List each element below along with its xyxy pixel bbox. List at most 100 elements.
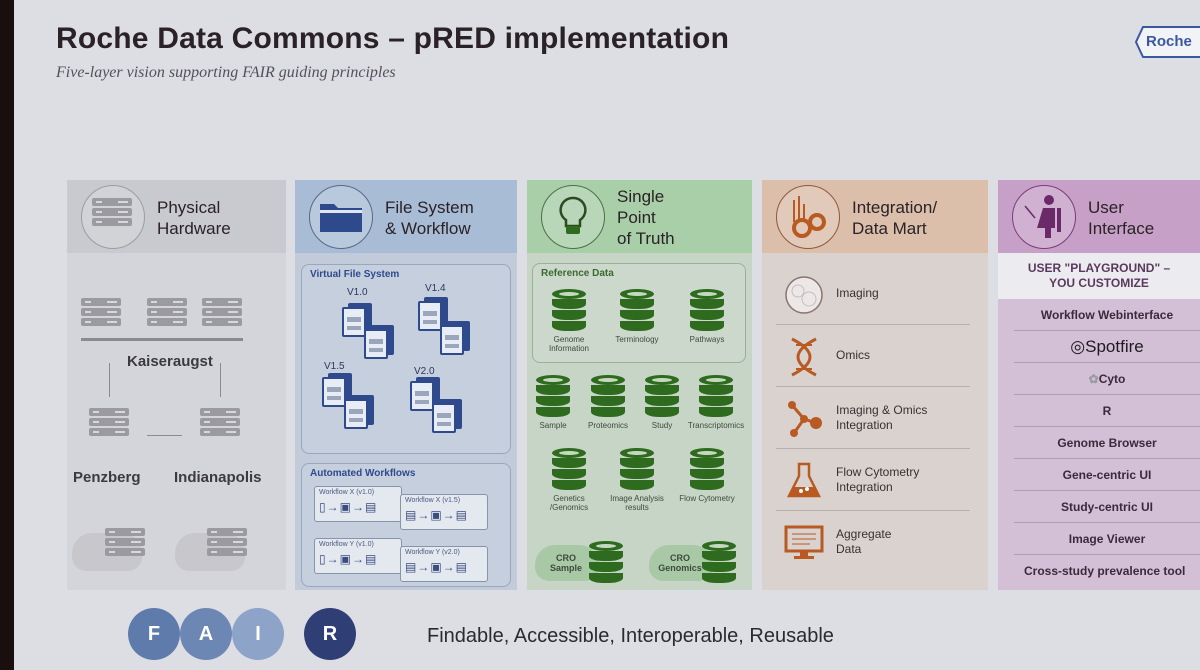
column-body: Virtual File System V1.0 V1.4 V1.5 V2.0 … [295,253,517,590]
database-label: Terminology [615,335,659,344]
database-label: Transcriptomics [687,421,745,430]
document-icon [410,381,434,411]
roche-logo-text: Roche [1146,33,1192,50]
database-icon [690,289,724,331]
monitor-icon [784,525,824,559]
ui-tool-workflow-webinterface: Workflow Webinterface [1014,299,1200,331]
column-header: Physical Hardware [67,180,286,253]
database-label: Image Analysis results [610,494,664,512]
server-icon [89,408,129,438]
database-icon [552,289,586,331]
column-title: of Truth [617,229,675,248]
column-body: USER "PLAYGROUND" – YOU CUSTOMIZE Workfl… [998,253,1200,590]
ui-tool-cross-study: Cross-study prevalence tool [1024,564,1186,578]
workflow-card: Workflow Y (v1.0) ▯→▣→▤ [314,538,402,574]
fair-badge-a: A [180,608,232,660]
column-body: Reference Data Genome Information Termino… [527,253,752,590]
ui-tool-gene-centric: Gene-centric UI [1014,459,1200,491]
server-icon [105,528,145,558]
virtual-file-system-panel: Virtual File System V1.0 V1.4 V1.5 V2.0 [301,264,511,454]
database-icon [699,375,733,417]
server-icon [81,298,121,328]
slide-subtitle: Five-layer vision supporting FAIR guidin… [56,64,396,81]
fair-badge-f: F [128,608,180,660]
ui-tool-study-centric: Study-centric UI [1014,491,1200,523]
workflow-steps-icon: ▤→▣→▤ [405,508,469,522]
column-title: Single [617,187,665,206]
database-icon [702,541,736,583]
database-label: Pathways [689,335,725,344]
cro-label: CRO Sample [549,553,582,573]
data-mart-item-aggregate: Aggregate Data [776,511,970,573]
server-rack-icon [81,185,145,249]
document-icon [418,301,442,331]
database-icon [552,448,586,490]
column-title: Point [617,208,656,227]
site-indianapolis: Indianapolis [174,469,262,486]
column-title: Physical [157,198,221,217]
workflow-steps-icon: ▤→▣→▤ [405,560,469,574]
version-label: V1.5 [324,361,345,372]
ui-tool-genome-browser: Genome Browser [1014,427,1200,459]
document-icon [342,307,366,337]
cell-image-icon [785,276,823,314]
fair-badge-r: R [304,608,356,660]
site-kaiseraugst: Kaiseraugst [127,353,213,370]
link-arrow [109,363,110,397]
column-title: Hardware [157,219,231,238]
database-icon [589,541,623,583]
site-penzberg: Penzberg [73,469,141,486]
server-icon [207,528,247,558]
column-title: User [1088,198,1124,217]
document-icon [322,377,346,407]
fair-badge-i: I [232,608,284,660]
document-icon [440,325,464,355]
data-mart-item-imaging: Imaging [776,263,970,325]
server-icon [202,298,242,328]
data-mart-item-imaging-omics: Imaging & Omics Integration [776,387,970,449]
database-icon [620,448,654,490]
document-icon [344,399,368,429]
column-title: Integration/ [852,198,938,217]
molecule-icon [788,401,822,437]
database-label: Genetics /Genomics [549,494,589,512]
folder-icon [309,185,373,249]
workflow-card: Workflow Y (v2.0) ▤→▣→▤ [400,546,488,582]
server-icon [200,408,240,438]
cytoscape-logo-icon: ✿ [1088,372,1099,386]
user-laptop-icon [1012,185,1076,249]
column-title: File System [385,198,474,217]
column-physical-hardware: Physical Hardware Kaiseraugst Penzberg I… [67,180,286,590]
document-icon [432,403,456,433]
dna-icon [791,337,817,377]
panel-title: Automated Workflows [310,468,416,479]
chart-gears-icon [776,185,840,249]
server-icon [147,298,187,328]
ui-tool-r: R [1014,395,1200,427]
column-header: Integration/ Data Mart [762,180,988,253]
flask-icon [786,462,822,498]
ui-tool-spotfire: ◎Spotfire [1014,331,1200,363]
version-label: V2.0 [414,366,435,377]
workflow-steps-icon: ▯→▣→▤ [319,500,378,514]
workflow-card: Workflow X (v1.5) ▤→▣→▤ [400,494,488,530]
column-integration-data-mart: Integration/ Data Mart Imaging Omics Ima… [762,180,988,590]
column-single-point-of-truth: Single Point of Truth Reference Data Gen… [527,180,752,590]
column-title: Data Mart [852,219,927,238]
workflow-card: Workflow X (v1.0) ▯→▣→▤ [314,486,402,522]
database-icon [591,375,625,417]
data-mart-item-flow-cytometry: Flow Cytometry Integration [776,449,970,511]
ui-tool-cytoscape: ✿Cyto [1014,363,1200,395]
ui-tool-image-viewer: Image Viewer [1014,523,1200,555]
automated-workflows-panel: Automated Workflows Workflow X (v1.0) ▯→… [301,463,511,587]
column-file-system: File System & Workflow Virtual File Syst… [295,180,517,590]
column-title: & Workflow [385,219,471,238]
user-playground-banner: USER "PLAYGROUND" – YOU CUSTOMIZE [998,253,1200,299]
database-label: Flow Cytometry [679,494,735,503]
data-mart-item-omics: Omics [776,325,970,387]
cro-label: CRO Genomics [658,553,702,573]
column-header: Single Point of Truth [527,180,752,253]
document-icon [364,329,388,359]
column-body: Imaging Omics Imaging & Omics Integration… [762,253,988,590]
fair-description: Findable, Accessible, Interoperable, Reu… [427,625,834,647]
